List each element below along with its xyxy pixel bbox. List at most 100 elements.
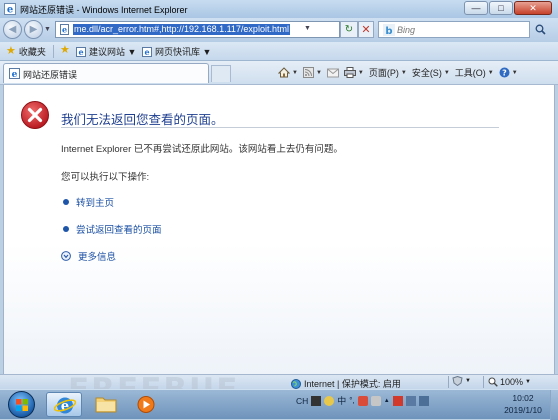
window-controls: — □ ✕ [464,1,552,15]
status-divider [483,376,484,388]
media-player-icon [137,396,155,413]
search-input[interactable]: b Bing [378,21,530,38]
zoom-icon [488,377,498,387]
new-tab-button[interactable] [211,65,231,82]
home-button[interactable]: ▼ [278,67,298,78]
forward-button[interactable]: ▶ [24,20,43,39]
settings-icon[interactable] [370,395,381,406]
stop-button[interactable]: ✕ [358,21,374,38]
bullet-icon [63,199,69,205]
url-text[interactable]: me.dll/acr_error.htm#,http://192.168.1.1… [73,24,290,35]
tools-menu[interactable]: 工具(O) ▼ [455,66,494,79]
chevron-down-icon: ▼ [400,69,407,76]
retry-link[interactable]: 尝试返回查看的页面 [76,222,162,236]
favorites-label: 收藏夹 [18,47,46,57]
zoom-level: 100% [500,377,524,387]
options-heading: 您可以执行以下操作: [61,172,150,183]
expand-chevron-icon [61,251,71,261]
ie-page-icon: e [142,46,152,57]
magnifier-icon [535,24,546,35]
taskbar-explorer-button[interactable] [88,392,124,417]
language-indicator[interactable]: CH [296,396,308,406]
printer-icon [343,67,356,78]
more-info-link[interactable]: 更多信息 [78,249,116,263]
ie-page-icon: e [76,46,86,57]
tools-menu-label: 工具(O) [454,68,486,78]
safety-menu[interactable]: 安全(S) ▼ [412,66,450,79]
favorites-star-icon: ★ [6,45,16,57]
svg-text:e: e [144,47,149,57]
page-menu[interactable]: 页面(P) ▼ [369,66,407,79]
windows-logo-icon [16,399,28,411]
add-favorite-button[interactable]: ★ [60,45,70,56]
favorite-item-label: 建议网站 ▼ [89,47,137,57]
favorites-button[interactable]: ★ 收藏夹 [6,45,46,58]
svg-text:e: e [62,25,67,35]
zoom-control[interactable]: 100% ▼ [488,377,531,387]
network-icon[interactable] [405,395,416,406]
search-button[interactable] [532,22,548,37]
chevron-up-icon[interactable]: ▲ [384,398,390,404]
minimize-button[interactable]: — [464,1,488,15]
retry-option[interactable]: 尝试返回查看的页面 [63,222,162,236]
globe-icon [291,378,301,389]
address-dropdown-icon[interactable]: ▼ [304,25,311,32]
tab-active[interactable]: e 网站还原错误 [3,63,209,83]
stop-icon: ✕ [361,24,371,36]
clock[interactable]: 10:02 2019/1/10 [500,392,546,416]
title-bar: e 网站还原错误 - Windows Internet Explorer — □… [0,0,558,18]
page-menu-label: 页面(P) [368,68,399,78]
feeds-button[interactable]: ▼ [302,67,322,78]
back-button[interactable]: ◀ [3,20,22,39]
ie-icon: e [4,3,16,15]
show-desktop-button[interactable] [550,390,558,420]
maximize-button[interactable]: □ [489,1,513,15]
softkeyboard-icon[interactable] [357,395,368,406]
taskbar-media-button[interactable] [128,392,164,417]
start-button[interactable] [8,391,35,418]
mail-button[interactable] [326,68,339,78]
help-icon: ? [499,67,510,78]
help-button[interactable]: ? ▼ [499,67,518,78]
punctuation-icon[interactable]: °, [349,396,354,405]
ime-mode-icon[interactable] [324,395,335,406]
ime-text[interactable]: 中 [337,394,346,407]
error-description: Internet Explorer 已不再尝试还原此网站。该网站看上去仍有问题。 [61,144,343,155]
home-icon [278,67,290,78]
error-icon [21,101,49,129]
command-bar: ▼ ▼ ▼ 页面(P) ▼ 安全(S) ▼ 工具(O) ▼ ? ▼ [278,66,518,79]
go-home-link[interactable]: 转到主页 [76,195,114,209]
shield-icon [452,376,463,386]
title-divider [61,127,499,128]
chevron-down-icon: ▼ [487,69,494,76]
favorite-item-web-slice-gallery[interactable]: e 网页快讯库 ▼ [142,45,211,58]
svg-text:b: b [385,26,392,36]
print-button[interactable]: ▼ [343,67,364,78]
more-info-toggle[interactable]: 更多信息 [61,249,116,263]
flag-icon[interactable] [392,395,403,406]
taskbar-ie-button[interactable]: e [46,392,82,417]
taskbar: e CH 中 °, ▲ 10:02 2019/1/10 [0,389,558,420]
svg-text:e: e [12,70,18,79]
page-icon: e [60,24,69,35]
favorite-item-suggested-sites[interactable]: e 建议网站 ▼ [76,45,136,58]
refresh-button[interactable]: ↻ [340,21,358,38]
favorite-item-label: 网页快讯库 ▼ [155,47,212,57]
chevron-down-icon: ▼ [292,69,298,76]
tab-page-icon: e [9,68,20,79]
folder-icon [95,397,117,413]
rss-icon [302,67,314,78]
go-home-option[interactable]: 转到主页 [63,195,114,209]
svg-text:?: ? [502,69,507,78]
volume-icon[interactable] [418,395,429,406]
bullet-icon [63,226,69,232]
address-field[interactable]: e me.dll/acr_error.htm#,http://192.168.1… [55,21,340,38]
close-button[interactable]: ✕ [514,1,552,15]
bing-icon: b [383,24,395,36]
protected-mode-button[interactable]: ▼ [452,376,471,386]
mail-icon [326,68,339,77]
refresh-icon: ↻ [344,24,354,35]
recent-pages-dropdown[interactable]: ▼ [44,26,51,33]
ime-icon[interactable] [311,395,322,406]
chevron-down-icon: ▼ [315,69,322,76]
